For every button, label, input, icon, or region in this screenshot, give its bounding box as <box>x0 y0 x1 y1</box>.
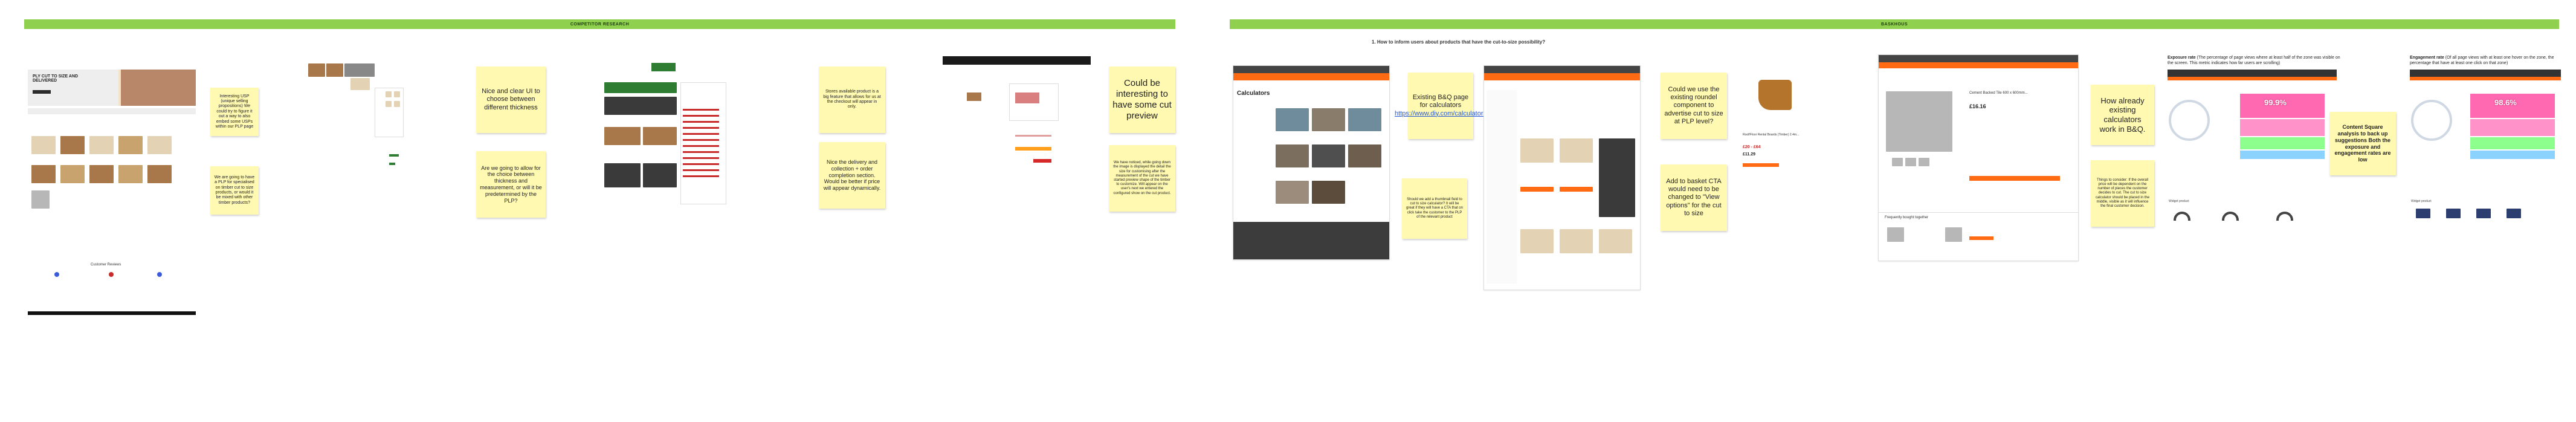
engagement-rate-metric: Engagement rate (Of all page views with … <box>2410 56 2573 67</box>
sticky-note-roundel[interactable]: Could we use the existing roundel compon… <box>1661 73 1727 139</box>
research-question: 1. How to inform users about products th… <box>1372 39 1546 45</box>
screenshot-thickness-ui <box>308 63 405 172</box>
customer-reviews-heading: Customer Reviews <box>91 263 121 267</box>
sticky-note-content-square[interactable]: Content Square analysis to back up sugge… <box>2329 112 2396 175</box>
sticky-note-delivery-collection[interactable]: Nice the delivery and collection + order… <box>819 142 885 209</box>
sticky-note-existing-calculators-text: Existing B&Q page for calculators <box>1412 94 1469 109</box>
sticky-note-view-options[interactable]: Add to basket CTA would need to be chang… <box>1661 164 1727 231</box>
sticky-note-thumbnail-cta[interactable]: Should we add a thumbnail field to cut t… <box>1402 178 1467 239</box>
sticky-note-how-calculators-work[interactable]: How already existing calculators work in… <box>2091 85 2154 145</box>
screenshot-bq-plp <box>1483 65 1641 290</box>
frame-header-baskhous: BASKHOUS <box>1230 19 2559 29</box>
exposure-rate-title: Exposure rate <box>2168 56 2196 60</box>
engagement-rate-value: 98.6% <box>2494 98 2517 107</box>
screenshot-engagement-heatmap: 98.6% Widget product <box>2410 70 2561 221</box>
screenshot-exposure-heatmap: 99.9% Widget product <box>2168 70 2337 221</box>
screenshot-bq-pdp: Cement Backed Tile 600 x 600mm... £16.16… <box>1878 54 2079 261</box>
bq-tile-price: £16.16 <box>1969 103 1986 109</box>
bq-product-price: £20 - £64 <box>1743 145 1761 149</box>
sticky-note-thickness-ui[interactable]: Nice and clear UI to choose between diff… <box>476 67 546 133</box>
screenshot-bq-calculators: Calculators <box>1233 65 1390 260</box>
calculators-link[interactable]: https://www.diy.com/calculators <box>1395 110 1487 118</box>
sticky-note-things-to-consider[interactable]: Things to consider: If the overall price… <box>2091 160 2154 227</box>
sticky-note-usp[interactable]: Interesting USP (unique selling proposit… <box>210 88 259 136</box>
widget-product-label-2: Widget product <box>2411 200 2432 203</box>
exposure-rate-metric: Exposure rate (The percentage of page vi… <box>2168 56 2343 67</box>
bq-product-name: Roof/Floor Rental Boards (Timber) 2.4m..… <box>1743 133 1800 137</box>
screenshot-cut-preview <box>943 56 1091 177</box>
sticky-note-thickness-choice[interactable]: Are we going to allow for the choice bet… <box>476 151 546 218</box>
sticky-note-store-available[interactable]: Stores available product is a big featur… <box>819 67 885 133</box>
exposure-rate-value: 99.9% <box>2264 98 2287 107</box>
offcut-headline: PLY CUT TO SIZE AND DELIVERED <box>33 74 79 83</box>
bq-product-price-alt: £11.29 <box>1743 152 1756 157</box>
sticky-note-existing-calculators[interactable]: Existing B&Q page for calculators https:… <box>1395 73 1487 139</box>
screenshot-offcut-plp: PLY CUT TO SIZE AND DELIVERED Customer R… <box>24 63 199 317</box>
screenshot-bq-product-card: Roof/Floor Rental Boards (Timber) 2.4m..… <box>1740 73 1810 206</box>
sticky-note-plp-timber[interactable]: We are going to have a PLP for specialis… <box>210 166 259 215</box>
bq-tile-title: Cement Backed Tile 600 x 600mm... <box>1969 91 2028 95</box>
sticky-note-cut-preview[interactable]: Could be interesting to have some cut pr… <box>1109 67 1175 133</box>
bq-related-heading: Frequently bought together <box>1885 216 1929 219</box>
widget-product-label: Widget product <box>2169 200 2189 203</box>
calculators-title: Calculators <box>1237 90 1270 97</box>
sticky-note-cut-preview-detail[interactable]: We have noticed, while going down the im… <box>1109 145 1175 212</box>
frame-header-competitor-research: COMPETITOR RESEARCH <box>24 19 1175 29</box>
screenshot-delivery-page <box>603 60 727 206</box>
engagement-rate-title: Engagement rate <box>2410 56 2444 60</box>
